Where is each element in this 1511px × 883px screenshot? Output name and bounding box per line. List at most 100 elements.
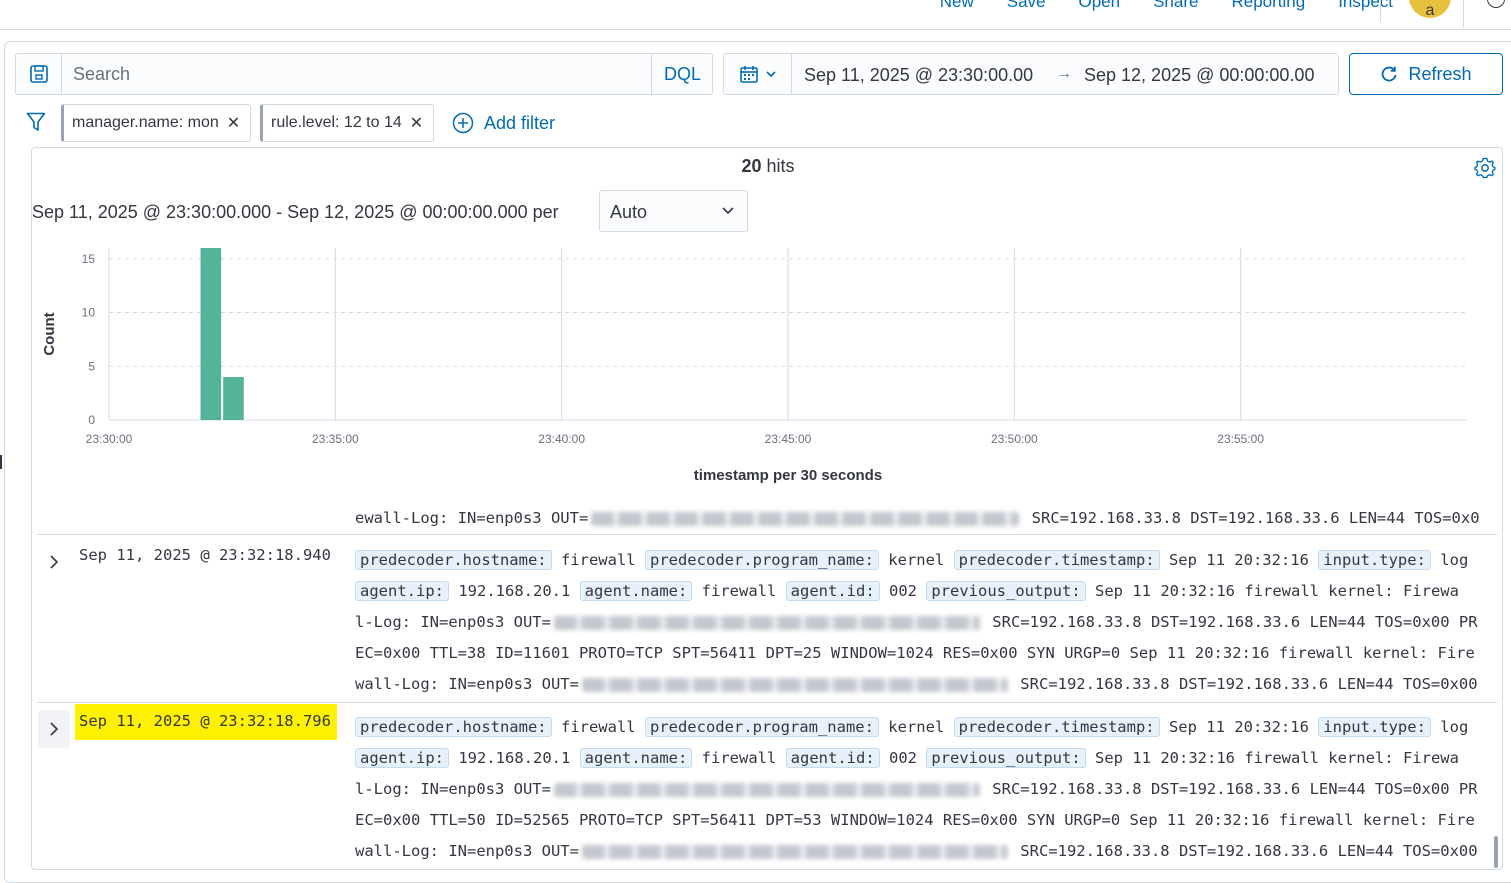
help-icon[interactable] (1487, 0, 1505, 8)
log-text: SRC=192.168.33.8 DST=192.168.33.6 LEN=44… (1022, 509, 1480, 527)
filter-pill[interactable]: manager.name: mon ✕ (61, 104, 252, 142)
x-tick-label: 23:40:00 (538, 432, 585, 446)
log-text: EC=0x00 TTL=38 ID=11601 PROTO=TCP SPT=56… (355, 644, 1475, 662)
interval-select-value: Auto (610, 202, 648, 222)
field-key: predecoder.hostname: (355, 717, 552, 737)
document-source: predecoder.hostname: firewall predecoder… (355, 545, 1490, 700)
log-text: SRC=192.168.33.8 DST=192.168.33.6 LEN=44… (982, 613, 1478, 631)
date-picker: Sep 11, 2025 @ 23:30:00.00 → Sep 12, 202… (723, 53, 1339, 95)
field-value: firewall (701, 582, 777, 600)
filter-pill-label: manager.name: mon (72, 114, 219, 131)
row-timestamp: Sep 11, 2025 @ 23:32:18.796 (75, 704, 337, 740)
field-key: predecoder.program_name: (644, 717, 879, 737)
results-panel: 20 hits Sep 11, 2025 @ 23:30:00.000 - Se… (31, 147, 1503, 870)
new-link[interactable]: New (940, 0, 974, 12)
chevron-down-icon (765, 71, 776, 78)
histogram-chart: 0 5 10 15 23:30:00 23:35:00 23:40:00 23:45:00 23… (41, 248, 1467, 484)
field-value: 192.168.20.1 (458, 749, 571, 767)
field-key: previous_output: (926, 581, 1086, 601)
calendar-icon (739, 66, 758, 83)
refresh-button[interactable]: Refresh (1349, 53, 1503, 95)
avatar[interactable]: a (1409, 0, 1451, 19)
field-value: Sep 11 20:32:16 firewall kernel: Firewa (1095, 582, 1459, 600)
quick-menu-button[interactable] (724, 54, 792, 94)
x-tick-label: 23:35:00 (312, 432, 359, 446)
chevron-right-icon (50, 722, 59, 736)
field-key: predecoder.hostname: (355, 550, 552, 570)
x-tick-label: 23:30:00 (86, 432, 133, 446)
document-tail: ewall-Log: IN=enp0s3 OUT= SRC=192.168.33… (355, 503, 1490, 534)
x-tick-label: 23:55:00 (1217, 432, 1264, 446)
field-key: previous_output: (926, 748, 1086, 768)
histogram-bar (223, 377, 244, 420)
expand-row-button[interactable] (38, 710, 70, 748)
add-filter-button[interactable]: Add filter (452, 112, 555, 134)
add-filter-label: Add filter (484, 112, 556, 133)
saved-query-button[interactable] (16, 54, 62, 94)
log-text: EC=0x00 TTL=50 ID=52565 PROTO=TCP SPT=56… (355, 811, 1475, 829)
field-key: predecoder.timestamp: (953, 550, 1160, 570)
row-timestamp: Sep 11, 2025 @ 23:32:18.940 (79, 546, 331, 564)
nav-divider (1380, 0, 1381, 22)
log-text: wall-Log: IN=enp0s3 OUT= (355, 675, 579, 693)
field-value: log (1440, 551, 1469, 569)
hits-label: hits (761, 156, 795, 176)
field-value: 192.168.20.1 (458, 582, 571, 600)
chevron-down-icon (722, 207, 734, 215)
histogram-bar (200, 248, 222, 420)
reporting-link[interactable]: Reporting (1231, 0, 1305, 12)
share-link[interactable]: Share (1153, 0, 1198, 12)
y-tick-label: 5 (88, 359, 95, 373)
field-key: agent.ip: (355, 748, 449, 768)
field-value: firewall (701, 749, 777, 767)
log-text: SRC=192.168.33.8 DST=192.168.33.6 LEN=44… (1010, 675, 1478, 693)
hits-count: 20 (741, 156, 762, 176)
log-text: l-Log: IN=enp0s3 OUT= (355, 780, 551, 798)
search-input[interactable] (63, 55, 649, 93)
x-axis-title: timestamp per 30 seconds (694, 467, 882, 484)
field-key: agent.name: (579, 581, 693, 601)
scrollbar-thumb[interactable] (1494, 836, 1498, 868)
field-value: kernel (888, 551, 945, 569)
top-nav-links: New Save Open Share Reporting Inspect (940, 0, 1393, 12)
interval-label: Sep 11, 2025 @ 23:30:00.000 - Sep 12, 20… (32, 202, 559, 222)
open-link[interactable]: Open (1079, 0, 1121, 12)
field-value: kernel (888, 718, 945, 736)
filter-pill[interactable]: rule.level: 12 to 14 ✕ (260, 104, 435, 142)
field-value: log (1440, 718, 1469, 736)
end-date[interactable]: Sep 12, 2025 @ 00:00:00.00 (1084, 65, 1314, 86)
field-value: Sep 11 20:32:16 (1168, 551, 1309, 569)
log-text: SRC=192.168.33.8 DST=192.168.33.6 LEN=44… (982, 780, 1478, 798)
gear-icon[interactable] (1474, 157, 1496, 184)
expand-row-button[interactable] (38, 543, 70, 581)
close-icon[interactable]: ✕ (227, 113, 240, 133)
inspect-link[interactable]: Inspect (1338, 0, 1393, 12)
left-edge-marker (0, 455, 2, 469)
query-bar: DQL (15, 53, 713, 95)
arrow-right-icon: → (1056, 65, 1072, 82)
row-divider (37, 702, 1497, 703)
nav-divider (1463, 0, 1464, 28)
chevron-right-icon (50, 555, 59, 569)
filter-icon[interactable] (26, 112, 46, 137)
save-link[interactable]: Save (1007, 0, 1046, 12)
field-value: 002 (889, 582, 918, 600)
field-value: firewall (560, 718, 636, 736)
interval-select[interactable]: Auto (599, 190, 748, 232)
field-key: predecoder.program_name: (644, 550, 879, 570)
filter-pill-label: rule.level: 12 to 14 (271, 114, 402, 131)
start-date[interactable]: Sep 11, 2025 @ 23:30:00.00 (804, 65, 1033, 86)
redacted-mac (591, 511, 1020, 526)
close-icon[interactable]: ✕ (410, 113, 423, 133)
field-key: agent.id: (785, 581, 880, 601)
redacted-mac (581, 844, 1008, 859)
refresh-icon (1382, 66, 1397, 82)
x-tick-label: 23:45:00 (765, 432, 812, 446)
row-divider (37, 534, 1497, 535)
hits-counter: 20 hits (32, 156, 1502, 177)
field-key: agent.ip: (355, 581, 449, 601)
query-language-button[interactable]: DQL (651, 54, 713, 94)
save-icon (29, 65, 48, 83)
y-tick-label: 15 (82, 252, 96, 266)
field-value: Sep 11 20:32:16 firewall kernel: Firewa (1095, 749, 1459, 767)
